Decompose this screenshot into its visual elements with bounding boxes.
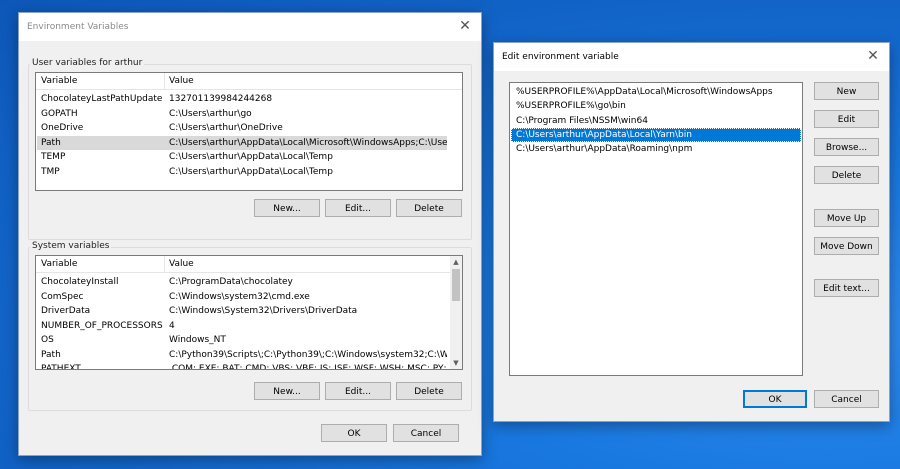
table-row[interactable]: TEMP C:\Users\arthur\AppData\Local\Temp	[37, 150, 447, 164]
variable-name-cell: Path	[41, 349, 61, 360]
table-row[interactable]: DriverData C:\Windows\System32\Drivers\Dr…	[37, 304, 447, 318]
variable-value-cell: C:\Users\arthur\AppData\Local\Temp	[169, 152, 333, 162]
edit-text-button[interactable]: Edit text...	[814, 279, 879, 297]
move-down-button[interactable]: Move Down	[814, 237, 879, 255]
env-titlebar: Environment Variables	[19, 13, 481, 41]
table-row[interactable]: OneDrive C:\Users\arthur\OneDrive	[37, 121, 447, 135]
table-row[interactable]: ChocolateyInstall C:\ProgramData\chocolat…	[37, 275, 447, 289]
new-entry-button[interactable]: New	[814, 82, 879, 100]
system-column-value[interactable]: Value	[169, 259, 194, 269]
user-list-header: Variable Value	[36, 73, 462, 90]
variable-name-cell: OneDrive	[41, 123, 84, 133]
env-dialog-title: Environment Variables	[27, 22, 129, 32]
system-list-header: Variable Value	[36, 256, 462, 273]
table-row[interactable]: ComSpec C:\Windows\system32\cmd.exe	[37, 290, 447, 304]
list-item[interactable]: C:\Program Files\NSSM\win64	[511, 114, 801, 128]
table-row[interactable]: Path C:\Python39\Scripts\;C:\Python39\;C:…	[37, 348, 447, 362]
variable-name-cell: OS	[41, 335, 54, 345]
edit-cancel-button[interactable]: Cancel	[814, 390, 879, 408]
variable-name-cell: ChocolateyInstall	[41, 277, 119, 287]
scroll-up-arrow-icon[interactable]: ▲	[450, 256, 462, 268]
scroll-down-arrow-icon[interactable]: ▼	[450, 357, 462, 369]
variable-value-cell: C:\Users\arthur\AppData\Local\Microsoft\…	[169, 137, 447, 148]
user-column-variable[interactable]: Variable	[41, 76, 77, 86]
variable-value-cell: C:\Windows\System32\Drivers\DriverData	[169, 306, 358, 316]
list-item[interactable]: %USERPROFILE%\go\bin	[511, 99, 801, 113]
edit-entry-button[interactable]: Edit	[814, 110, 879, 128]
system-variables-label: System variables	[30, 241, 112, 251]
variable-value-cell: C:\Users\arthur\OneDrive	[169, 123, 283, 133]
variable-name-cell: GOPATH	[41, 108, 78, 119]
system-column-variable[interactable]: Variable	[41, 259, 77, 269]
variable-value-cell: C:\Python39\Scripts\;C:\Python39\;C:\Win…	[169, 349, 447, 360]
table-row[interactable]: NUMBER_OF_PROCESSORS 4	[37, 319, 447, 333]
variable-name-cell: DriverData	[41, 306, 91, 316]
variable-value-cell: 4	[169, 320, 175, 331]
variable-name-cell: ComSpec	[41, 291, 84, 302]
variable-name-cell: NUMBER_OF_PROCESSORS	[41, 320, 163, 331]
user-column-value[interactable]: Value	[169, 76, 194, 86]
edit-titlebar: Edit environment variable	[494, 43, 889, 71]
variable-name-cell: TEMP	[41, 152, 66, 162]
variable-value-cell: C:\ProgramData\chocolatey	[169, 277, 293, 287]
user-variables-list[interactable]: Variable Value ChocolateyLastPathUpdate 1…	[35, 72, 463, 191]
user-delete-button[interactable]: Delete	[396, 199, 462, 217]
variable-value-cell: C:\Windows\system32\cmd.exe	[169, 291, 310, 302]
table-row[interactable]: Path C:\Users\arthur\AppData\Local\Micros…	[37, 135, 447, 150]
environment-variables-dialog: Environment Variables ✕ User variables f…	[18, 12, 482, 456]
table-row[interactable]: GOPATH C:\Users\arthur\go	[37, 107, 447, 121]
browse-button[interactable]: Browse...	[814, 138, 879, 156]
path-entries-list[interactable]: %USERPROFILE%\AppData\Local\Microsoft\Wi…	[509, 82, 803, 376]
env-cancel-button[interactable]: Cancel	[393, 424, 459, 442]
system-edit-button[interactable]: Edit...	[325, 382, 391, 400]
system-delete-button[interactable]: Delete	[396, 382, 462, 400]
variable-value-cell: .COM;.EXE;.BAT;.CMD;.VBS;.VBE;.JS;.JSE;.…	[169, 364, 447, 370]
table-row[interactable]: PATHEXT .COM;.EXE;.BAT;.CMD;.VBS;.VBE;.JS…	[37, 362, 447, 370]
edit-ok-button[interactable]: OK	[743, 390, 807, 408]
edit-environment-variable-dialog: Edit environment variable ✕ %USERPROFILE…	[493, 42, 890, 422]
env-close-icon[interactable]: ✕	[457, 18, 473, 34]
delete-entry-button[interactable]: Delete	[814, 166, 879, 184]
move-up-button[interactable]: Move Up	[814, 209, 879, 227]
table-row[interactable]: OS Windows_NT	[37, 333, 447, 347]
user-edit-button[interactable]: Edit...	[325, 199, 391, 217]
variable-name-cell: TMP	[41, 166, 60, 177]
list-item[interactable]: C:\Users\arthur\AppData\Roaming\npm	[511, 142, 801, 156]
system-variables-list[interactable]: Variable Value ChocolateyInstall C:\Progr…	[35, 255, 463, 370]
variable-value-cell: Windows_NT	[169, 335, 226, 345]
system-new-button[interactable]: New...	[254, 382, 320, 400]
edit-dialog-title: Edit environment variable	[502, 52, 619, 62]
table-row[interactable]: TMP C:\Users\arthur\AppData\Local\Temp	[37, 165, 447, 179]
variable-name-cell: ChocolateyLastPathUpdate	[41, 94, 163, 104]
variable-value-cell: 132701139984244268	[169, 94, 273, 104]
list-item[interactable]: %USERPROFILE%\AppData\Local\Microsoft\Wi…	[511, 85, 801, 99]
system-list-scrollbar[interactable]: ▲ ▼	[450, 256, 462, 369]
env-ok-button[interactable]: OK	[321, 424, 387, 442]
variable-name-cell: Path	[41, 137, 61, 148]
variable-value-cell: C:\Users\arthur\AppData\Local\Temp	[169, 166, 333, 177]
variable-value-cell: C:\Users\arthur\go	[169, 108, 252, 119]
edit-close-icon[interactable]: ✕	[865, 48, 881, 64]
table-row[interactable]: ChocolateyLastPathUpdate 1327011399842442…	[37, 92, 447, 106]
variable-name-cell: PATHEXT	[41, 364, 81, 370]
user-variables-label: User variables for arthur	[30, 58, 145, 68]
scrollbar-thumb[interactable]	[452, 269, 460, 301]
list-item[interactable]: C:\Users\arthur\AppData\Local\Yarn\bin	[511, 127, 801, 142]
user-new-button[interactable]: New...	[254, 199, 320, 217]
